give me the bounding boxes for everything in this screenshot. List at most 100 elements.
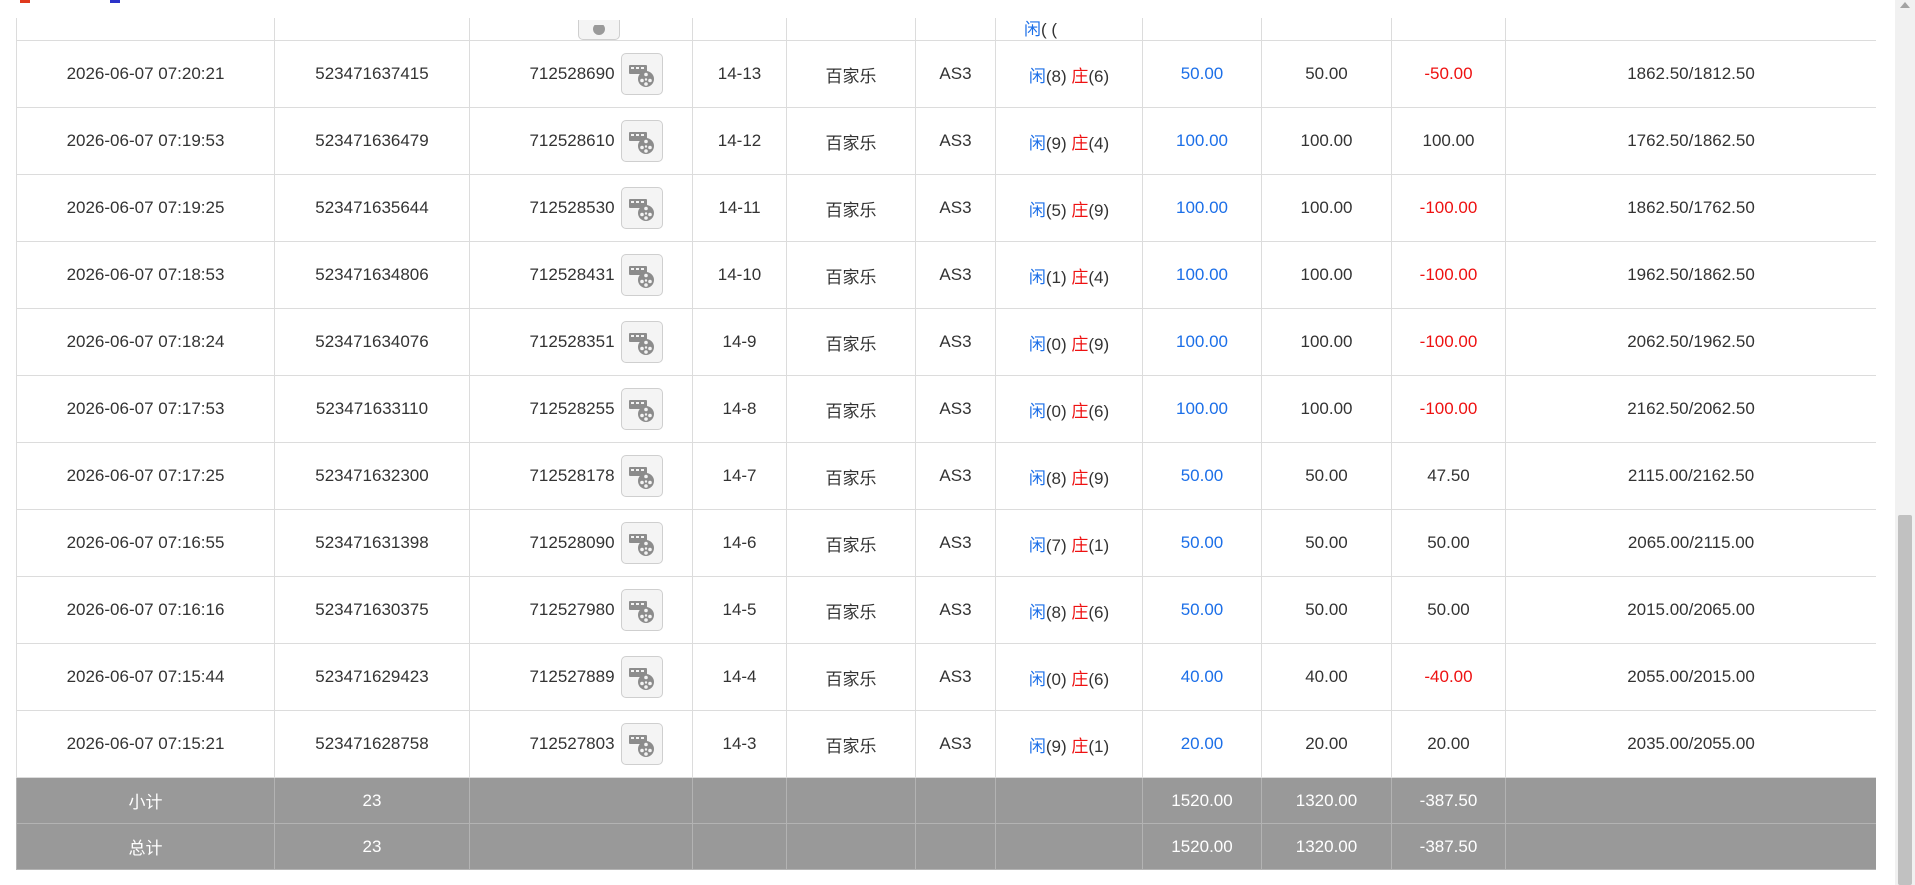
cell-win: -100.00 (1391, 241, 1506, 309)
summary-bet: 1520.00 (1142, 777, 1262, 824)
player-label: 闲 (1028, 736, 1046, 756)
film-reel-icon[interactable] (620, 187, 663, 229)
round-id-text: 712527980 (529, 600, 615, 619)
banker-label: 庄 (1071, 535, 1089, 555)
banker-points: (9) (1088, 334, 1110, 354)
summary-empty (469, 823, 693, 870)
banker-points: (6) (1088, 602, 1110, 622)
scroll-up-arrow-icon[interactable] (1900, 2, 1910, 8)
cell-win: -40.00 (1391, 643, 1506, 711)
player-points: (0) (1045, 669, 1067, 689)
vertical-scrollbar[interactable] (1895, 0, 1915, 885)
film-reel-icon[interactable] (620, 656, 663, 698)
film-reel-icon[interactable] (620, 522, 663, 564)
cell-balance: 2015.00/2065.00 (1505, 576, 1876, 644)
table-row: 2026-06-07 07:17:53 523471633110 7125282… (16, 375, 1876, 443)
cell-table: AS3 (915, 643, 996, 711)
cell-valid-bet: 50.00 (1261, 442, 1392, 510)
cropped-logo-mark (20, 0, 30, 3)
film-reel-icon[interactable] (578, 19, 620, 40)
player-points: (0) (1045, 334, 1067, 354)
cell-round-id (469, 18, 693, 41)
cell-valid-bet: 100.00 (1261, 174, 1392, 242)
banker-label: 庄 (1071, 401, 1089, 421)
banker-points: (9) (1088, 468, 1110, 488)
cell-bet-id: 523471637415 (274, 40, 470, 108)
cell-table: AS3 (915, 442, 996, 510)
player-label: 闲 (1028, 535, 1046, 555)
cell-bet-id: 523471632300 (274, 442, 470, 510)
round-id-text: 712528431 (529, 265, 615, 284)
cell-result: 闲(9) 庄(4) (995, 107, 1143, 175)
banker-points: (4) (1088, 133, 1110, 153)
banker-label: 庄 (1071, 66, 1089, 86)
cell-table: AS3 (915, 308, 996, 376)
cell-time: 2026-06-07 07:19:53 (16, 107, 275, 175)
banker-points: (6) (1088, 66, 1110, 86)
player-label: 闲 (1028, 66, 1046, 86)
cell-game: 百家乐 (786, 107, 916, 175)
banker-points: (9) (1088, 200, 1110, 220)
cell-shoe (692, 18, 787, 41)
cell-round-id: 712528610 (469, 107, 693, 175)
table-row: 2026-06-07 07:20:21 523471637415 7125286… (16, 40, 1876, 108)
cell-bet: 50.00 (1142, 576, 1262, 644)
film-reel-icon[interactable] (620, 120, 663, 162)
film-reel-icon[interactable] (620, 53, 663, 95)
table-row: 2026-06-07 07:16:16 523471630375 7125279… (16, 576, 1876, 644)
player-points: (0) (1045, 401, 1067, 421)
player-points: (5) (1045, 200, 1067, 220)
film-reel-icon[interactable] (620, 455, 663, 497)
summary-empty (995, 823, 1143, 870)
cell-time: 2026-06-07 07:16:55 (16, 509, 275, 577)
table-row: 2026-06-07 07:16:55 523471631398 7125280… (16, 509, 1876, 577)
film-reel-icon[interactable] (620, 388, 663, 430)
film-reel-icon[interactable] (620, 589, 663, 631)
cell-bet-id: 523471631398 (274, 509, 470, 577)
cell-win (1391, 18, 1506, 41)
summary-valid-bet: 1320.00 (1261, 777, 1392, 824)
cell-valid-bet (1261, 18, 1392, 41)
bottom-margin (0, 875, 1895, 885)
player-label: 闲 (1028, 267, 1046, 287)
cell-round-id: 712528690 (469, 40, 693, 108)
round-id-text: 712528255 (529, 399, 615, 418)
cell-result: 闲(0) 庄(9) (995, 308, 1143, 376)
cell-round-id: 712528431 (469, 241, 693, 309)
cell-win: -50.00 (1391, 40, 1506, 108)
player-points: (8) (1045, 602, 1067, 622)
film-reel-icon[interactable] (620, 254, 663, 296)
film-reel-icon[interactable] (620, 723, 663, 765)
cell-round-id: 712527889 (469, 643, 693, 711)
round-id-text: 712527803 (529, 734, 615, 753)
cell-time: 2026-06-07 07:18:53 (16, 241, 275, 309)
cell-shoe: 14-5 (692, 576, 787, 644)
cell-game: 百家乐 (786, 174, 916, 242)
cell-game (786, 18, 916, 41)
cell-win: 47.50 (1391, 442, 1506, 510)
cell-win: 100.00 (1391, 107, 1506, 175)
film-reel-icon[interactable] (620, 321, 663, 363)
cell-win: 50.00 (1391, 509, 1506, 577)
summary-empty (915, 823, 996, 870)
cell-balance: 2055.00/2015.00 (1505, 643, 1876, 711)
player-points: (9) (1045, 133, 1067, 153)
summary-win: -387.50 (1391, 777, 1506, 824)
cell-shoe: 14-13 (692, 40, 787, 108)
summary-empty (915, 777, 996, 824)
banker-label: 庄 (1071, 736, 1089, 756)
cell-table: AS3 (915, 509, 996, 577)
cell-win: -100.00 (1391, 308, 1506, 376)
cell-result: 闲(9) 庄(1) (995, 710, 1143, 778)
scrollbar-thumb[interactable] (1898, 515, 1912, 885)
table-row: 2026-06-07 07:15:44 523471629423 7125278… (16, 643, 1876, 711)
cell-balance: 2035.00/2055.00 (1505, 710, 1876, 778)
cell-balance: 2065.00/2115.00 (1505, 509, 1876, 577)
summary-row: 小计 23 1520.00 1320.00 -387.50 (16, 777, 1876, 824)
table-row-partial: 闲( ( (16, 18, 1876, 41)
summary-row: 总计 23 1520.00 1320.00 -387.50 (16, 823, 1876, 870)
summary-empty (692, 823, 787, 870)
cell-shoe: 14-6 (692, 509, 787, 577)
cell-result: 闲(8) 庄(6) (995, 40, 1143, 108)
player-label: 闲 (1028, 334, 1046, 354)
